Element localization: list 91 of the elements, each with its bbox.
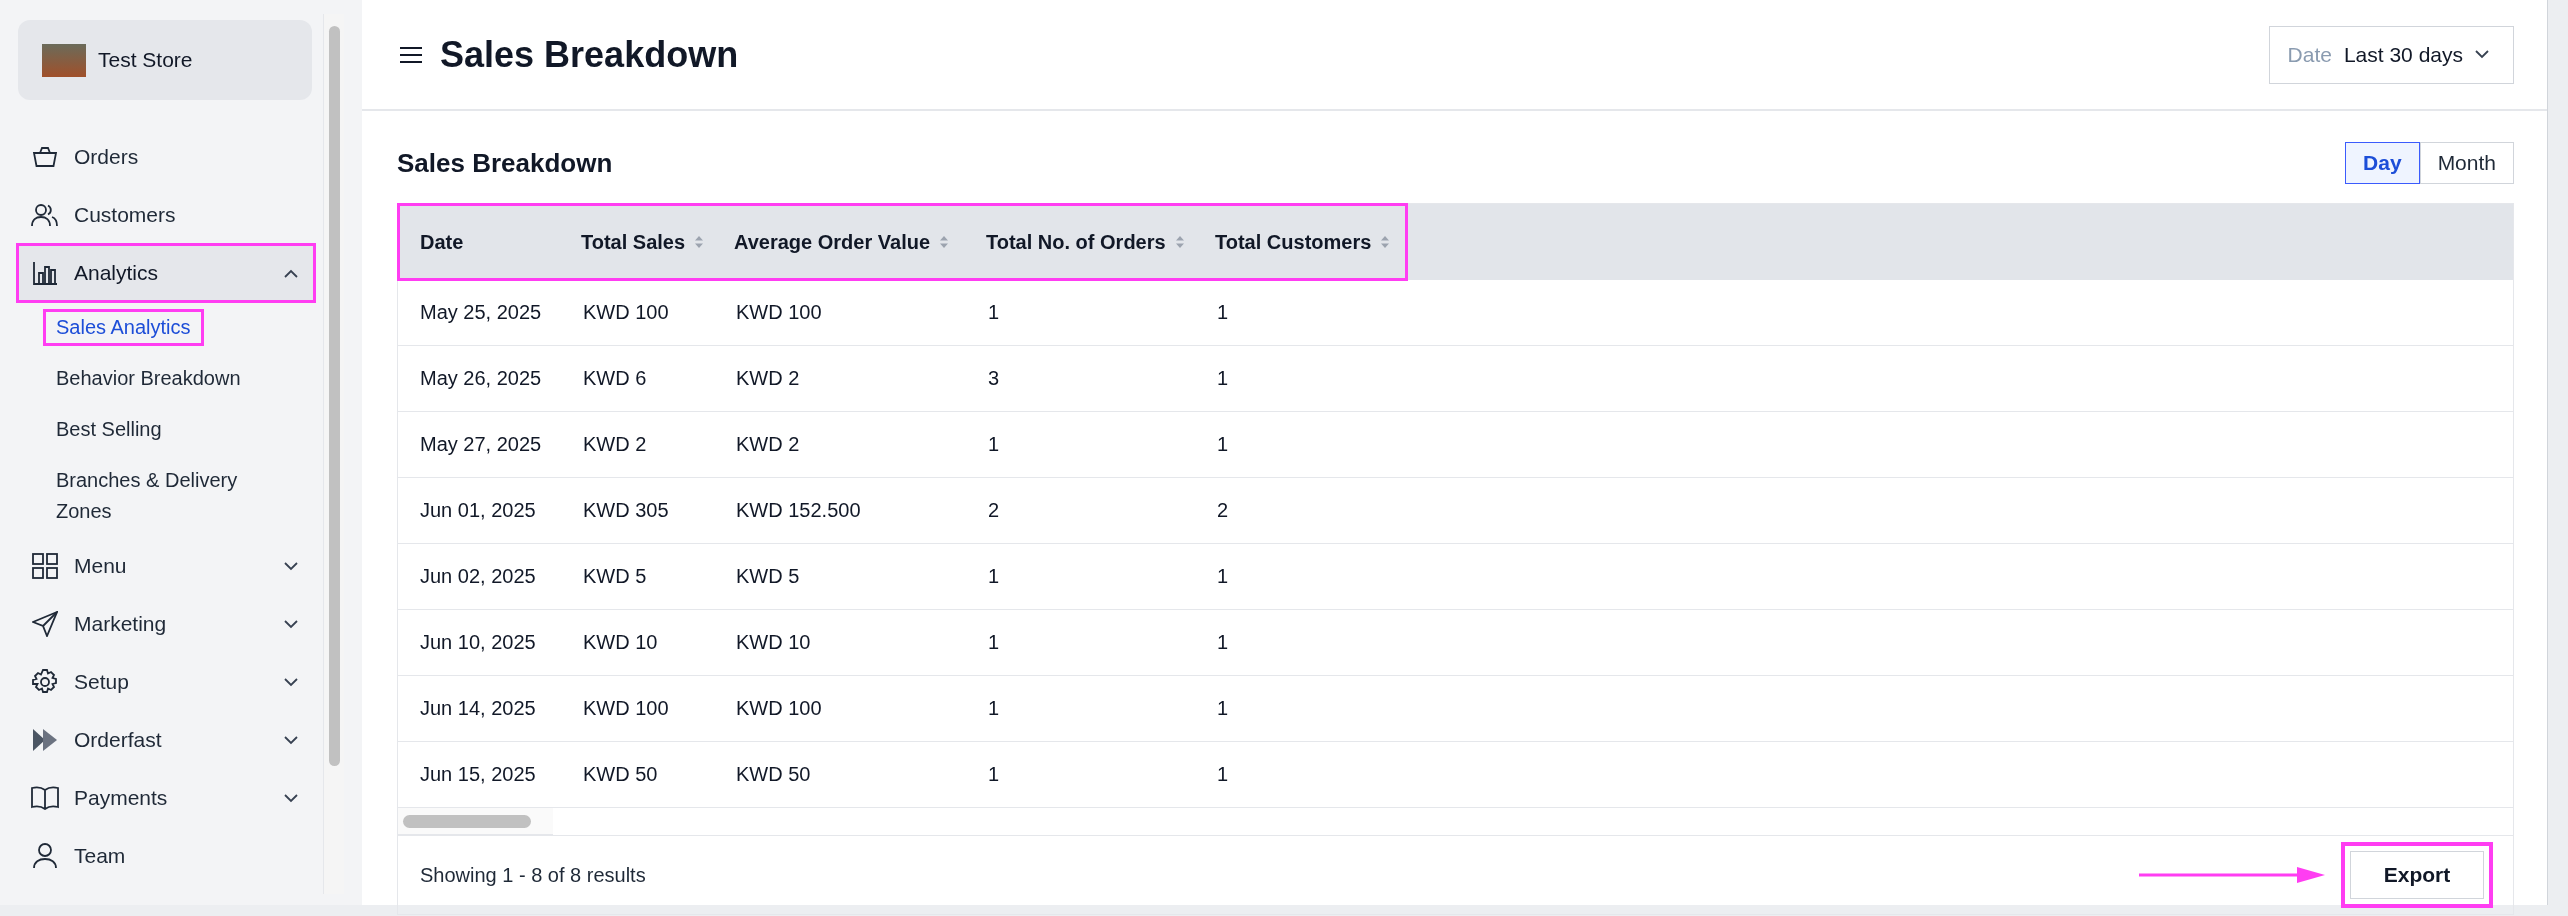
settings-icon xyxy=(32,669,58,695)
chevron-down-icon xyxy=(284,735,298,745)
table-cell-text: Jun 10, 2025 xyxy=(419,631,537,654)
table-cell-text: 3 xyxy=(987,367,1001,390)
column-header[interactable]: Total Sales xyxy=(581,230,686,254)
nav-subitem[interactable]: Branches & Delivery Zones xyxy=(46,465,306,527)
table-cell-text: Jun 01, 2025 xyxy=(419,499,537,522)
nav-item[interactable]: Setup xyxy=(18,654,314,710)
paper-plane-icon xyxy=(32,611,58,637)
bar-chart-icon xyxy=(32,261,58,285)
table-cell-text: 1 xyxy=(1216,367,1230,390)
table-cell-text: KWD 305 xyxy=(582,499,670,522)
nav-item[interactable]: Customers xyxy=(18,187,314,243)
chevron-up-icon xyxy=(284,268,298,278)
table-cell-text: 1 xyxy=(987,697,1001,720)
book-icon xyxy=(31,786,59,810)
chevron-down-icon xyxy=(2475,50,2489,59)
table-cell-text: KWD 5 xyxy=(735,565,801,588)
table-cell-text: 1 xyxy=(987,631,1001,654)
nav-item[interactable]: Team xyxy=(18,828,314,884)
table-cell-text: KWD 2 xyxy=(582,433,648,456)
chevron-down-icon xyxy=(284,677,298,687)
nav-item[interactable]: Payments xyxy=(18,770,314,826)
column-header[interactable]: Average Order Value xyxy=(734,230,931,254)
store-switcher[interactable]: Test Store xyxy=(18,20,312,100)
page-title: Sales Breakdown xyxy=(440,33,740,76)
table-cell-text: KWD 6 xyxy=(582,367,648,390)
store-name: Test Store xyxy=(98,48,193,72)
table-cell-text: KWD 100 xyxy=(735,697,823,720)
table-cell-text: May 27, 2025 xyxy=(419,433,543,456)
users-icon xyxy=(31,203,59,227)
period-toggle[interactable]: Day xyxy=(2345,142,2420,184)
table-cell-text: Jun 14, 2025 xyxy=(419,697,537,720)
table-cell-text: 1 xyxy=(1216,433,1230,456)
table-cell-text: KWD 10 xyxy=(582,631,659,654)
table-cell-text: 1 xyxy=(1216,697,1230,720)
table-cell-text: KWD 100 xyxy=(735,301,823,324)
table-cell-text: Jun 02, 2025 xyxy=(419,565,537,588)
table-cell-text: KWD 100 xyxy=(582,301,670,324)
fast-forward-icon xyxy=(31,728,59,752)
nav-subitem[interactable]: Behavior Breakdown xyxy=(46,363,251,394)
date-filter-label: Date xyxy=(2287,42,2332,67)
chevron-down-icon xyxy=(284,561,298,571)
table-cell-text: 1 xyxy=(1216,301,1230,324)
nav-item[interactable]: Orderfast xyxy=(18,712,314,768)
table-cell-text: 1 xyxy=(1216,631,1230,654)
table-cell-text: KWD 152.500 xyxy=(735,499,862,522)
table-cell-text: KWD 50 xyxy=(582,763,659,786)
table-cell-text: 1 xyxy=(987,301,1001,324)
section-title: Sales Breakdown xyxy=(397,147,614,179)
sort-icon[interactable] xyxy=(1381,236,1390,248)
nav-item[interactable]: Analytics xyxy=(18,245,314,301)
nav-item[interactable]: Menu xyxy=(18,538,314,594)
chevron-down-icon xyxy=(284,619,298,629)
photo-placeholder xyxy=(42,43,86,77)
menu-icon[interactable] xyxy=(400,45,422,64)
person-icon xyxy=(33,843,57,869)
date-filter-value: Last 30 days xyxy=(2343,42,2463,67)
sort-icon[interactable] xyxy=(695,236,704,248)
table-cell-text: Jun 15, 2025 xyxy=(419,763,537,786)
table-cell-text: 1 xyxy=(987,433,1001,456)
table-cell-text: KWD 50 xyxy=(735,763,812,786)
column-header: Date xyxy=(420,230,464,254)
nav-subitem[interactable]: Best Selling xyxy=(46,414,172,445)
table-cell-text: May 25, 2025 xyxy=(419,301,543,324)
grid-icon xyxy=(32,553,58,579)
table-cell-text: 1 xyxy=(1216,763,1230,786)
date-filter[interactable]: Date Last 30 days xyxy=(2268,25,2514,84)
table-cell-text: 2 xyxy=(1216,499,1230,522)
chevron-down-icon xyxy=(284,793,298,803)
nav-item[interactable]: Orders xyxy=(18,129,314,185)
export-button[interactable]: Export xyxy=(2341,842,2493,908)
basket-icon xyxy=(32,146,58,168)
table-cell-text: KWD 2 xyxy=(735,433,801,456)
table-cell-text: KWD 5 xyxy=(582,565,648,588)
nav-subitem[interactable]: Sales Analytics xyxy=(46,312,201,343)
column-header[interactable]: Total Customers xyxy=(1215,230,1372,254)
table-cell-text: 1 xyxy=(987,565,1001,588)
table-cell-text: KWD 2 xyxy=(735,367,801,390)
sort-icon[interactable] xyxy=(1175,236,1184,248)
results-summary: Showing 1 - 8 of 8 results xyxy=(420,863,647,887)
column-header[interactable]: Total No. of Orders xyxy=(986,230,1166,254)
table-cell-text: May 26, 2025 xyxy=(419,367,543,390)
period-toggle[interactable]: Month xyxy=(2419,142,2514,184)
nav-item[interactable]: Marketing xyxy=(18,596,314,652)
table-cell-text: 1 xyxy=(987,763,1001,786)
sort-icon[interactable] xyxy=(940,236,949,248)
table-cell-text: KWD 10 xyxy=(735,631,812,654)
table-cell-text: KWD 100 xyxy=(582,697,670,720)
table-cell-text: 2 xyxy=(987,499,1001,522)
table-cell-text: 1 xyxy=(1216,565,1230,588)
